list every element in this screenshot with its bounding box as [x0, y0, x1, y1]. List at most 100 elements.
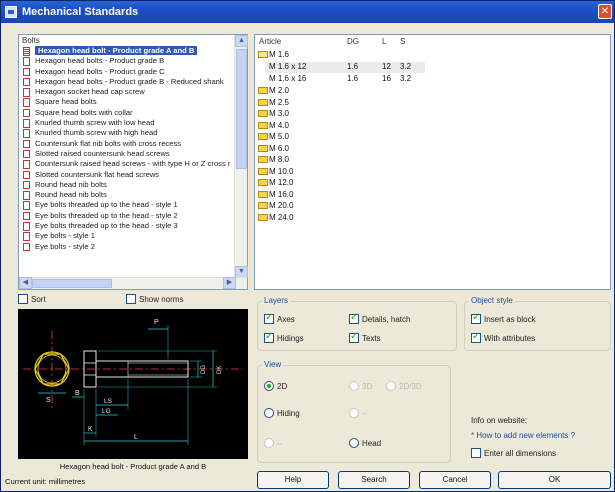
list-item[interactable]: Hexagon head bolts - Product grade B - R… [19, 77, 235, 87]
list-item[interactable]: Hexagon head bolts - Product grade C [19, 67, 235, 77]
insert-as-block-checkbox[interactable]: Insert as block [471, 312, 536, 324]
texts-checkbox[interactable]: Texts [349, 331, 381, 343]
list-item[interactable]: Hexagon head bolts - Product grade B [19, 56, 235, 66]
drawing-label-dg: DG [201, 365, 207, 374]
with-attributes-label: With attributes [484, 334, 536, 343]
list-item[interactable]: Slotted raised countersunk head screws [19, 149, 235, 159]
head-label: Head [362, 439, 382, 448]
folder-label: M 8.0 [269, 155, 290, 164]
folder-open-icon [258, 51, 268, 58]
folder-icon [258, 167, 268, 175]
tree-folder[interactable]: M 12.0 [258, 178, 293, 189]
article-table[interactable]: Article DG L S M 1.6 M 1.6 x 12 1.6 12 3… [254, 34, 611, 290]
radio-icon [349, 438, 359, 448]
cancel-button[interactable]: Cancel [419, 471, 491, 489]
list-item[interactable]: Eye bolts threaded up to the head - styl… [19, 200, 235, 210]
scroll-right-icon[interactable]: ▶ [223, 277, 236, 289]
list-item[interactable]: Hexagon socket head cap screw [19, 87, 235, 97]
tree-folder[interactable]: M 8.0 [258, 155, 289, 166]
list-item[interactable]: Eye bolts threaded up to the head - styl… [19, 221, 235, 231]
list-item[interactable]: Knurled thumb screw with high head [19, 128, 235, 138]
search-button[interactable]: Search [338, 471, 410, 489]
checkbox-checked-icon [471, 312, 481, 324]
texts-label: Texts [362, 334, 381, 343]
with-attributes-checkbox[interactable]: With attributes [471, 331, 536, 343]
list-item[interactable]: Square head bolts with collar [19, 108, 235, 118]
article-dg: 1.6 [347, 62, 359, 71]
folder-label: M 6.0 [269, 143, 290, 153]
sort-checkbox[interactable]: Sort [18, 294, 46, 304]
tree-folder[interactable]: M 3.0 [258, 109, 289, 120]
hiding-radio[interactable]: Hiding [264, 408, 300, 418]
scroll-left-icon[interactable]: ◀ [19, 277, 32, 289]
drawing-label-ls: LS [104, 398, 113, 405]
tree-folder[interactable]: M 16.0 [258, 190, 293, 201]
bolts-horizontal-scrollbar[interactable]: ◀ ▶ [19, 277, 247, 289]
list-item[interactable]: Knurled thumb screw with low head [19, 118, 235, 128]
folder-label: M 4.0 [269, 120, 290, 130]
enter-all-dimensions-checkbox[interactable]: Enter all dimensions [471, 448, 556, 458]
document-icon [23, 201, 30, 210]
column-header-l[interactable]: L [382, 37, 386, 46]
column-header-dg[interactable]: DG [347, 37, 359, 46]
bolts-vertical-scrollbar[interactable]: ▲ ▼ [234, 35, 248, 278]
list-item-label: Eye bolts - style 1 [35, 231, 95, 241]
current-unit-label: Current unit: millimetres [5, 477, 86, 486]
tree-folder[interactable]: M 10.0 [258, 167, 293, 178]
how-to-add-link[interactable]: * How to add new elements ? [471, 431, 575, 440]
tree-folder[interactable]: M 20.0 [258, 201, 293, 212]
list-item[interactable]: Slotted countersunk flat head screws [19, 170, 235, 180]
scrollbar-thumb[interactable] [236, 49, 247, 169]
view-group-title: View [262, 360, 284, 369]
article-row[interactable]: M 1.6 x 16 1.6 16 3.2 [265, 74, 425, 85]
tree-folder[interactable]: M 5.0 [258, 132, 289, 143]
tree-folder[interactable]: M 2.5 [258, 98, 289, 109]
close-icon[interactable]: ✕ [598, 4, 612, 19]
drawing-label-k: K [88, 426, 93, 433]
view-dash-radio-2[interactable]: -- [264, 438, 282, 448]
list-item-label: Eye bolts threaded up to the head - styl… [35, 200, 178, 210]
list-item[interactable]: Eye bolts - style 2 [19, 242, 235, 252]
tree-folder[interactable]: M 6.0 [258, 144, 289, 155]
help-button[interactable]: Help [257, 471, 329, 489]
document-icon [23, 129, 30, 138]
checkbox-checked-icon [349, 331, 359, 343]
column-header-article[interactable]: Article [259, 37, 281, 46]
details-hatch-checkbox[interactable]: Details, hatch [349, 312, 410, 324]
dash-label: -- [362, 409, 368, 418]
scroll-up-icon[interactable]: ▲ [235, 35, 248, 47]
bolt-drawing-svg: P S B LS LG K L DG DK [23, 319, 243, 445]
head-radio[interactable]: Head [349, 438, 381, 448]
drawing-label-l: L [134, 434, 138, 441]
show-norms-checkbox[interactable]: Show norms [126, 294, 183, 304]
tree-folder[interactable]: M 2.0 [258, 86, 289, 97]
layers-group: Layers Axes Hidings Details, hatch Texts [257, 296, 457, 351]
axes-checkbox[interactable]: Axes [264, 312, 295, 324]
bolts-list[interactable]: Bolts Hexagon head bolt - Product grade … [18, 34, 248, 290]
list-item[interactable]: Eye bolts - style 1 [19, 231, 235, 241]
tree-folder-open[interactable]: M 1.6 [258, 50, 289, 61]
list-item[interactable]: Countersunk raised head screws - with ty… [19, 159, 235, 169]
view-dash-radio-1[interactable]: -- [349, 408, 367, 418]
list-item[interactable]: Round head nib bolts [19, 190, 235, 200]
object-style-title: Object style [469, 296, 515, 305]
list-item[interactable]: Square head bolts [19, 97, 235, 107]
article-row[interactable]: M 1.6 x 12 1.6 12 3.2 [265, 62, 425, 73]
list-item[interactable]: Round head nib bolts [19, 180, 235, 190]
list-item[interactable]: Hexagon head bolt - Product grade A and … [19, 46, 235, 56]
folder-icon [258, 121, 268, 129]
list-item[interactable]: Countersunk flat nib bolts with cross re… [19, 139, 235, 149]
tree-folder[interactable]: M 4.0 [258, 121, 289, 132]
list-item[interactable]: Eye bolts threaded up to the head - styl… [19, 211, 235, 221]
tree-folder[interactable]: M 24.0 [258, 213, 293, 224]
column-header-s[interactable]: S [400, 37, 405, 46]
hidings-checkbox[interactable]: Hidings [264, 331, 304, 343]
checkbox-icon [18, 294, 28, 304]
ok-button[interactable]: OK [498, 471, 611, 489]
view-3d-radio[interactable]: 3D [349, 381, 372, 391]
scrollbar-thumb[interactable] [32, 279, 112, 288]
bolts-list-header: Bolts [22, 36, 40, 45]
view-2d3d-radio[interactable]: 2D/3D [386, 381, 422, 391]
folder-icon [258, 144, 268, 152]
view-2d-radio[interactable]: 2D [264, 381, 287, 391]
